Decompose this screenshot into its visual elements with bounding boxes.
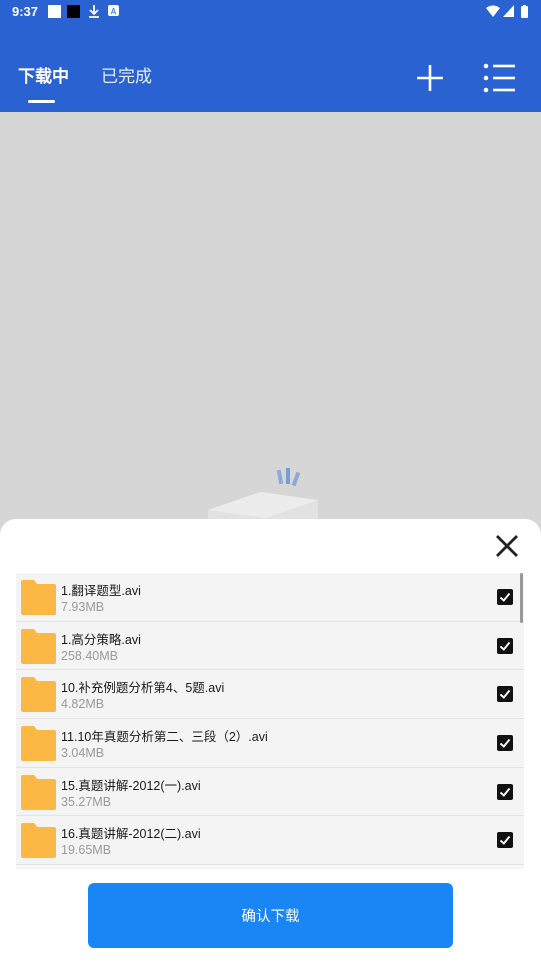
- file-name: 11.10年真题分析第二、三段（2）.avi: [61, 730, 268, 745]
- file-size: 7.93MB: [61, 600, 105, 614]
- confirm-download-button[interactable]: 确认下载: [88, 883, 453, 948]
- close-icon[interactable]: [494, 533, 520, 559]
- notification-white-square-icon: [48, 5, 61, 18]
- file-size: 3.04MB: [61, 746, 105, 761]
- list-scrollbar[interactable]: [520, 573, 523, 623]
- checkbox-checked-icon[interactable]: [497, 637, 513, 654]
- download-selection-sheet: 1.翻译题型.avi 7.93MB 1.高分策略.avi 258.40MB 10…: [0, 519, 541, 961]
- checkbox-checked-icon[interactable]: [497, 686, 513, 703]
- file-row[interactable]: 10.补充例题分析第4、5题.avi 4.82MB: [16, 670, 524, 720]
- folder-icon: [21, 726, 56, 762]
- folder-icon: [21, 774, 56, 810]
- wifi-icon: [486, 5, 500, 17]
- app-bar: 下载中 已完成: [0, 24, 541, 112]
- checkbox-checked-icon[interactable]: [497, 832, 513, 849]
- file-name: 10.补充例题分析第4、5题.avi: [61, 681, 225, 696]
- tab-completed[interactable]: 已完成: [101, 62, 152, 87]
- add-icon[interactable]: [414, 62, 446, 94]
- folder-icon: [21, 580, 56, 615]
- folder-icon: [21, 823, 56, 859]
- file-size: 19.65MB: [61, 843, 112, 858]
- tab-downloading[interactable]: 下载中: [18, 62, 69, 87]
- notification-black-square-icon: [67, 5, 80, 18]
- download-icon: [89, 5, 99, 18]
- file-name: 16.真题讲解-2012(二).avi: [61, 827, 201, 842]
- svg-text:A: A: [111, 7, 117, 16]
- active-tab-indicator: [28, 100, 55, 103]
- checkbox-checked-icon[interactable]: [497, 735, 513, 752]
- file-row[interactable]: 1.翻译题型.avi 7.93MB: [16, 573, 524, 622]
- file-list[interactable]: 1.翻译题型.avi 7.93MB 1.高分策略.avi 258.40MB 10…: [16, 573, 524, 869]
- file-row[interactable]: 16.真题讲解-2012(二).avi 19.65MB: [16, 816, 524, 866]
- file-name: 1.高分策略.avi: [61, 632, 141, 647]
- battery-icon: [521, 5, 528, 18]
- file-row[interactable]: 11.10年真题分析第二、三段（2）.avi 3.04MB: [16, 719, 524, 768]
- file-row[interactable]: 15.真题讲解-2012(一).avi 35.27MB: [16, 767, 524, 817]
- checkbox-checked-icon[interactable]: [497, 589, 513, 605]
- file-size: 4.82MB: [61, 697, 105, 712]
- folder-icon: [21, 628, 56, 664]
- status-time: 9:37: [12, 4, 39, 19]
- app-notification-icon: A: [108, 5, 119, 16]
- file-name: 1.翻译题型.avi: [61, 584, 141, 598]
- file-size: 35.27MB: [61, 794, 112, 809]
- file-size: 258.40MB: [61, 648, 118, 663]
- checkbox-checked-icon[interactable]: [497, 783, 513, 800]
- list-menu-icon[interactable]: [482, 62, 516, 94]
- folder-icon: [21, 677, 56, 713]
- file-name: 15.真题讲解-2012(一).avi: [61, 778, 201, 793]
- file-row[interactable]: 1.高分策略.avi 258.40MB: [16, 621, 524, 671]
- status-bar: 9:37 A: [0, 0, 541, 24]
- signal-icon: [503, 5, 514, 17]
